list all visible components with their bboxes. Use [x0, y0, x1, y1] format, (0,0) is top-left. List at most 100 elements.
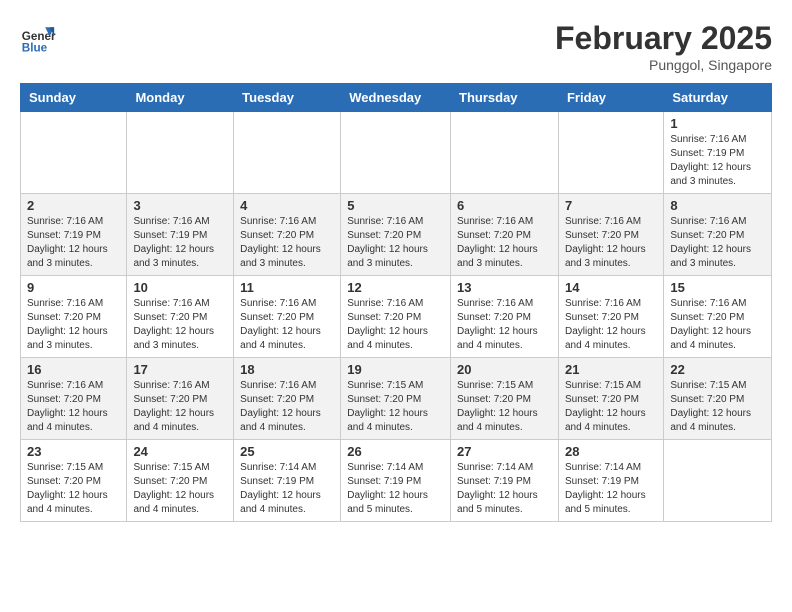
calendar-week-2: 2 Sunrise: 7:16 AM Sunset: 7:19 PM Daylig…: [21, 194, 772, 276]
calendar-cell: 18Sunrise: 7:16 AM Sunset: 7:20 PM Dayli…: [234, 358, 341, 440]
day-info: Sunrise: 7:14 AM Sunset: 7:19 PM Dayligh…: [347, 461, 444, 517]
calendar-cell: 22 Sunrise: 7:15 AM Sunset: 7:20 PM Dayli…: [664, 358, 772, 440]
location: Punggol, Singapore: [555, 57, 772, 73]
calendar-cell: 16 Sunrise: 7:16 AM Sunset: 7:20 PM Dayli…: [21, 358, 127, 440]
day-number: 20: [457, 362, 552, 377]
day-header-tuesday: Tuesday: [234, 84, 341, 112]
day-number: 21: [565, 362, 657, 377]
day-number: 12: [347, 280, 444, 295]
day-info: Sunrise: 7:15 AM Sunset: 7:20 PM Dayligh…: [670, 379, 765, 435]
calendar-cell: 8Sunrise: 7:16 AM Sunset: 7:20 PM Daylig…: [664, 194, 772, 276]
calendar-cell: 4 Sunrise: 7:16 AM Sunset: 7:20 PM Daylig…: [234, 194, 341, 276]
calendar-cell: 13 Sunrise: 7:16 AM Sunset: 7:20 PM Dayli…: [451, 276, 559, 358]
calendar-cell: [558, 112, 663, 194]
day-info: Sunrise: 7:15 AM Sunset: 7:20 PM Dayligh…: [27, 461, 120, 517]
day-info: Sunrise: 7:16 AM Sunset: 7:20 PM Dayligh…: [347, 215, 444, 271]
logo-icon: General Blue: [20, 20, 56, 56]
day-number: 15: [670, 280, 765, 295]
calendar-header-row: SundayMondayTuesdayWednesdayThursdayFrid…: [21, 84, 772, 112]
day-number: 1: [670, 116, 765, 131]
day-number: 4: [240, 198, 334, 213]
day-info: Sunrise: 7:16 AM Sunset: 7:20 PM Dayligh…: [670, 215, 765, 271]
day-number: 22: [670, 362, 765, 377]
svg-text:Blue: Blue: [22, 42, 48, 55]
day-info: Sunrise: 7:16 AM Sunset: 7:19 PM Dayligh…: [133, 215, 227, 271]
calendar-cell: 5Sunrise: 7:16 AM Sunset: 7:20 PM Daylig…: [341, 194, 451, 276]
day-info: Sunrise: 7:14 AM Sunset: 7:19 PM Dayligh…: [240, 461, 334, 517]
calendar-cell: 24 Sunrise: 7:15 AM Sunset: 7:20 PM Dayli…: [127, 440, 234, 522]
day-info: Sunrise: 7:16 AM Sunset: 7:20 PM Dayligh…: [240, 215, 334, 271]
calendar-table: SundayMondayTuesdayWednesdayThursdayFrid…: [20, 83, 772, 522]
day-number: 3: [133, 198, 227, 213]
day-info: Sunrise: 7:14 AM Sunset: 7:19 PM Dayligh…: [565, 461, 657, 517]
day-info: Sunrise: 7:16 AM Sunset: 7:20 PM Dayligh…: [27, 297, 120, 353]
day-info: Sunrise: 7:16 AM Sunset: 7:20 PM Dayligh…: [457, 297, 552, 353]
calendar-cell: 11 Sunrise: 7:16 AM Sunset: 7:20 PM Dayli…: [234, 276, 341, 358]
day-number: 2: [27, 198, 120, 213]
calendar-cell: 1 Sunrise: 7:16 AM Sunset: 7:19 PM Daylig…: [664, 112, 772, 194]
day-header-thursday: Thursday: [451, 84, 559, 112]
calendar-cell: [341, 112, 451, 194]
calendar-cell: 14Sunrise: 7:16 AM Sunset: 7:20 PM Dayli…: [558, 276, 663, 358]
day-info: Sunrise: 7:15 AM Sunset: 7:20 PM Dayligh…: [133, 461, 227, 517]
day-number: 25: [240, 444, 334, 459]
day-header-monday: Monday: [127, 84, 234, 112]
day-info: Sunrise: 7:16 AM Sunset: 7:20 PM Dayligh…: [347, 297, 444, 353]
day-number: 16: [27, 362, 120, 377]
calendar-cell: 20 Sunrise: 7:15 AM Sunset: 7:20 PM Dayli…: [451, 358, 559, 440]
calendar-cell: 9 Sunrise: 7:16 AM Sunset: 7:20 PM Daylig…: [21, 276, 127, 358]
day-info: Sunrise: 7:15 AM Sunset: 7:20 PM Dayligh…: [457, 379, 552, 435]
day-header-sunday: Sunday: [21, 84, 127, 112]
day-number: 11: [240, 280, 334, 295]
day-number: 9: [27, 280, 120, 295]
calendar-cell: 6 Sunrise: 7:16 AM Sunset: 7:20 PM Daylig…: [451, 194, 559, 276]
calendar-cell: 12 Sunrise: 7:16 AM Sunset: 7:20 PM Dayli…: [341, 276, 451, 358]
calendar-cell: 3 Sunrise: 7:16 AM Sunset: 7:19 PM Daylig…: [127, 194, 234, 276]
calendar-cell: [451, 112, 559, 194]
day-number: 19: [347, 362, 444, 377]
day-info: Sunrise: 7:16 AM Sunset: 7:20 PM Dayligh…: [133, 297, 227, 353]
calendar-cell: [234, 112, 341, 194]
day-header-saturday: Saturday: [664, 84, 772, 112]
day-number: 24: [133, 444, 227, 459]
calendar-cell: [664, 440, 772, 522]
calendar-week-4: 16 Sunrise: 7:16 AM Sunset: 7:20 PM Dayli…: [21, 358, 772, 440]
day-info: Sunrise: 7:16 AM Sunset: 7:20 PM Dayligh…: [565, 215, 657, 271]
day-info: Sunrise: 7:16 AM Sunset: 7:20 PM Dayligh…: [27, 379, 120, 435]
day-number: 23: [27, 444, 120, 459]
calendar-cell: 26Sunrise: 7:14 AM Sunset: 7:19 PM Dayli…: [341, 440, 451, 522]
page-header: General Blue February 2025 Punggol, Sing…: [20, 20, 772, 73]
day-number: 17: [133, 362, 227, 377]
day-info: Sunrise: 7:16 AM Sunset: 7:20 PM Dayligh…: [670, 297, 765, 353]
day-info: Sunrise: 7:15 AM Sunset: 7:20 PM Dayligh…: [347, 379, 444, 435]
day-info: Sunrise: 7:16 AM Sunset: 7:19 PM Dayligh…: [27, 215, 120, 271]
calendar-cell: 21 Sunrise: 7:15 AM Sunset: 7:20 PM Dayli…: [558, 358, 663, 440]
day-header-friday: Friday: [558, 84, 663, 112]
day-info: Sunrise: 7:15 AM Sunset: 7:20 PM Dayligh…: [565, 379, 657, 435]
calendar-cell: [21, 112, 127, 194]
calendar-cell: 2 Sunrise: 7:16 AM Sunset: 7:19 PM Daylig…: [21, 194, 127, 276]
calendar-cell: 10Sunrise: 7:16 AM Sunset: 7:20 PM Dayli…: [127, 276, 234, 358]
calendar-week-3: 9 Sunrise: 7:16 AM Sunset: 7:20 PM Daylig…: [21, 276, 772, 358]
calendar-cell: 25 Sunrise: 7:14 AM Sunset: 7:19 PM Dayli…: [234, 440, 341, 522]
day-header-wednesday: Wednesday: [341, 84, 451, 112]
day-info: Sunrise: 7:14 AM Sunset: 7:19 PM Dayligh…: [457, 461, 552, 517]
calendar-cell: 17 Sunrise: 7:16 AM Sunset: 7:20 PM Dayli…: [127, 358, 234, 440]
month-title: February 2025: [555, 20, 772, 57]
calendar-cell: 7Sunrise: 7:16 AM Sunset: 7:20 PM Daylig…: [558, 194, 663, 276]
calendar-week-5: 23 Sunrise: 7:15 AM Sunset: 7:20 PM Dayli…: [21, 440, 772, 522]
calendar-cell: 19 Sunrise: 7:15 AM Sunset: 7:20 PM Dayli…: [341, 358, 451, 440]
logo: General Blue: [20, 20, 56, 56]
day-number: 13: [457, 280, 552, 295]
day-info: Sunrise: 7:16 AM Sunset: 7:20 PM Dayligh…: [240, 297, 334, 353]
day-number: 18: [240, 362, 334, 377]
calendar-cell: 28Sunrise: 7:14 AM Sunset: 7:19 PM Dayli…: [558, 440, 663, 522]
calendar-week-1: 1 Sunrise: 7:16 AM Sunset: 7:19 PM Daylig…: [21, 112, 772, 194]
day-info: Sunrise: 7:16 AM Sunset: 7:20 PM Dayligh…: [457, 215, 552, 271]
title-block: February 2025 Punggol, Singapore: [555, 20, 772, 73]
day-number: 6: [457, 198, 552, 213]
day-info: Sunrise: 7:16 AM Sunset: 7:19 PM Dayligh…: [670, 133, 765, 189]
calendar-cell: 23 Sunrise: 7:15 AM Sunset: 7:20 PM Dayli…: [21, 440, 127, 522]
day-info: Sunrise: 7:16 AM Sunset: 7:20 PM Dayligh…: [565, 297, 657, 353]
day-info: Sunrise: 7:16 AM Sunset: 7:20 PM Dayligh…: [133, 379, 227, 435]
